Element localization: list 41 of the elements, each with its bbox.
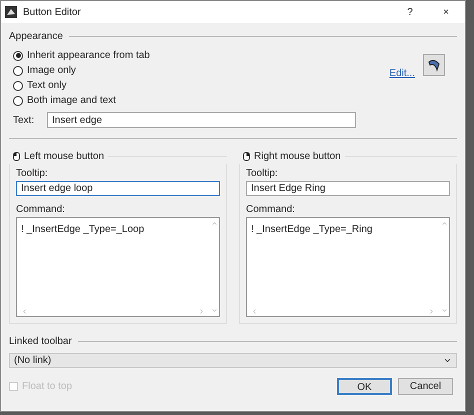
field-label: Tooltip: — [16, 167, 49, 181]
group-title: Left mouse button — [24, 150, 104, 164]
scroll-up-icon[interactable] — [440, 220, 448, 227]
field-label: Command: — [16, 203, 66, 217]
curved-arrow-icon — [427, 58, 441, 72]
tooltip-field[interactable]: Insert edge loop — [16, 181, 220, 196]
group-title: Right mouse button — [254, 150, 341, 164]
dialog-button[interactable]: Cancel — [398, 378, 453, 395]
radio-option[interactable]: Both image and text — [13, 95, 390, 106]
command-field[interactable]: ! _InsertEdge _Type=_Loop — [16, 217, 220, 317]
dialog-button[interactable]: OK — [337, 378, 392, 395]
radio-option[interactable]: Inherit appearance from tab — [13, 50, 390, 61]
window-title: Button Editor — [23, 6, 81, 20]
section-label: Appearance — [9, 30, 63, 44]
scroll-right-icon[interactable] — [428, 308, 435, 314]
radio-option[interactable]: Text only — [13, 80, 390, 91]
tooltip-field[interactable]: Insert Edge Ring — [246, 181, 450, 196]
text-field[interactable]: Insert edge — [47, 112, 356, 128]
scroll-down-icon[interactable] — [440, 307, 448, 314]
scroll-left-icon[interactable] — [21, 308, 28, 314]
help-button[interactable]: ? — [395, 4, 425, 20]
text-label: Text: — [13, 114, 36, 128]
scroll-up-icon[interactable] — [210, 220, 218, 227]
scroll-right-icon[interactable] — [198, 308, 205, 314]
scroll-down-icon[interactable] — [210, 307, 218, 314]
radio-option[interactable]: Image only — [13, 65, 390, 76]
toolbar-dropdown[interactable]: (No link) — [9, 353, 457, 368]
section-label: Linked toolbar — [9, 335, 72, 349]
edit-link[interactable]: Edit... — [389, 66, 415, 81]
command-field[interactable]: ! _InsertEdge _Type=_Ring — [246, 217, 450, 317]
mouse-icon — [13, 152, 20, 161]
mouse-icon — [243, 152, 250, 161]
scroll-left-icon[interactable] — [251, 308, 258, 314]
chevron-down-icon — [443, 356, 452, 365]
app-icon — [5, 6, 17, 18]
field-label: Command: — [246, 203, 296, 217]
image-button[interactable] — [423, 54, 445, 76]
close-button[interactable]: × — [431, 4, 461, 20]
field-label: Tooltip: — [246, 167, 279, 181]
command-text: ! _InsertEdge _Type=_Ring — [250, 223, 374, 237]
command-text: ! _InsertEdge _Type=_Loop — [20, 223, 146, 237]
